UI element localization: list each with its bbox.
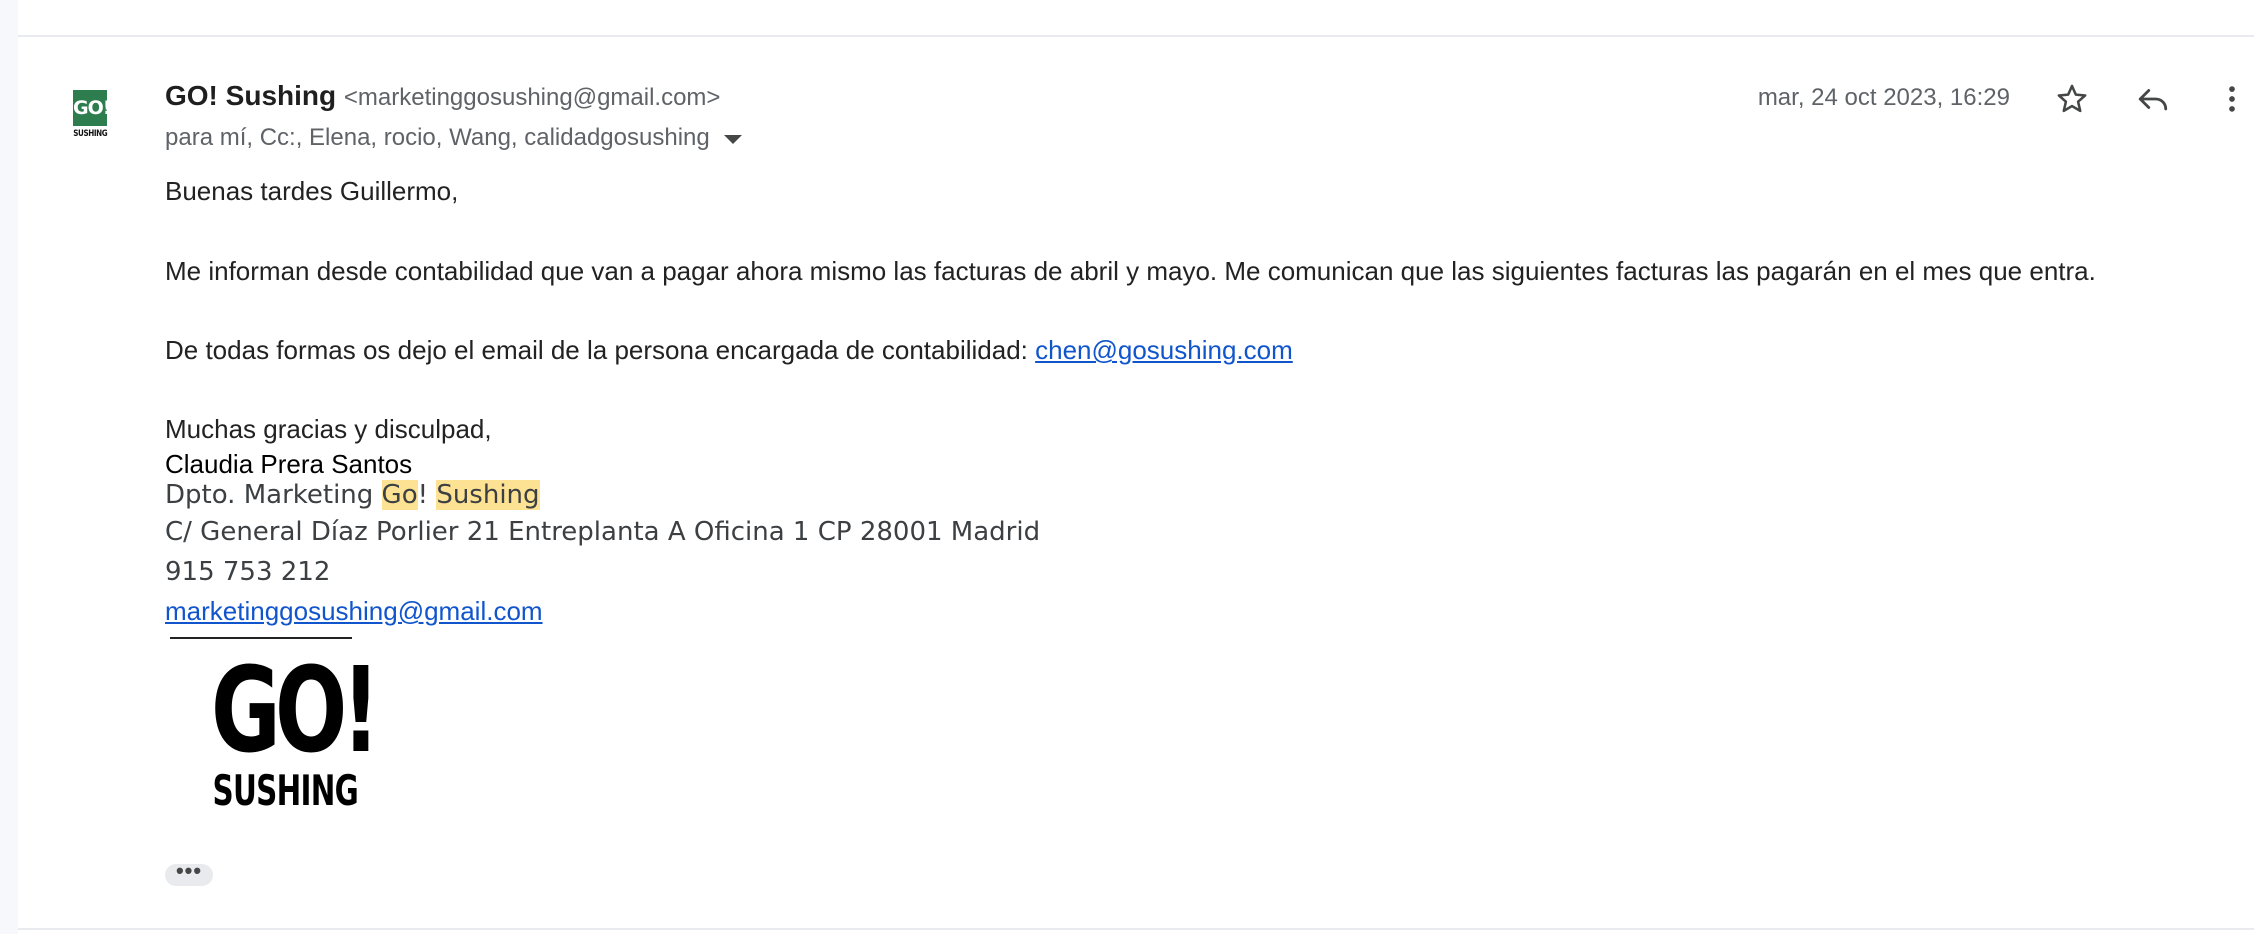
message-date: mar, 24 oct 2023, 16:29 [1757, 84, 2010, 111]
signature-highlight-go: Go [381, 480, 418, 510]
body-paragraph-2-text: De todas formas os dejo el email de la p… [165, 335, 1036, 365]
sender-email: <marketinggosushing@gmail.com> [343, 84, 721, 111]
signature-dept-bang: ! [417, 480, 429, 510]
signature-department: Dpto. Marketing Go! Sushing [165, 480, 540, 510]
dropdown-caret-icon[interactable] [723, 135, 742, 144]
avatar-logo: GO! [73, 90, 111, 126]
greeting: Buenas tardes Guillermo, [165, 176, 459, 206]
more-vert-icon [2229, 86, 2235, 112]
signature-dept-prefix: Dpto. Marketing [165, 480, 382, 510]
signature-logo-go: GO! [211, 641, 380, 779]
accounting-email-link[interactable]: chen@gosushing.com [1035, 335, 1293, 365]
reply-button[interactable] [2131, 77, 2175, 121]
signature-highlight-sushing: Sushing [436, 480, 540, 510]
signature-rule [170, 637, 352, 639]
sender-line: GO! Sushing <marketinggosushing@gmail.co… [165, 80, 720, 112]
signature-email: marketinggosushing@gmail.com [165, 596, 543, 627]
show-trimmed-content-button[interactable]: ••• [165, 860, 213, 886]
signature-logo-sushing: SUSHING [212, 766, 359, 815]
avatar-logo-subtext: SUSHING [72, 129, 108, 139]
more-options-button[interactable] [2210, 77, 2254, 121]
bottom-divider [18, 928, 2254, 930]
signer-name: Claudia Prera Santos [165, 449, 413, 479]
signature-email-link[interactable]: marketinggosushing@gmail.com [165, 596, 543, 626]
body-paragraph-1: Me informan desde contabilidad que van a… [165, 256, 2096, 286]
top-divider [18, 35, 2254, 37]
left-gutter [0, 0, 18, 934]
body-paragraph-2: De todas formas os dejo el email de la p… [165, 335, 1293, 366]
sender-avatar[interactable]: GO! SUSHING [70, 90, 111, 146]
reply-icon [2138, 89, 2168, 111]
closing-thanks: Muchas gracias y disculpad, [165, 414, 492, 444]
star-icon [2057, 84, 2087, 113]
signature-logo: GO! SUSHING [190, 641, 380, 825]
signature-address: C/ General Díaz Porlier 21 Entreplanta A… [165, 517, 1041, 547]
recipients-toggle[interactable]: para mí, Cc:, Elena, rocio, Wang, calida… [165, 124, 742, 152]
signature-phone: 915 753 212 [165, 557, 331, 587]
recipients-text: para mí, Cc:, Elena, rocio, Wang, calida… [165, 124, 710, 151]
star-button[interactable] [2050, 77, 2094, 121]
sender-name[interactable]: GO! Sushing [165, 80, 336, 111]
ellipsis-icon: ••• [175, 858, 203, 883]
